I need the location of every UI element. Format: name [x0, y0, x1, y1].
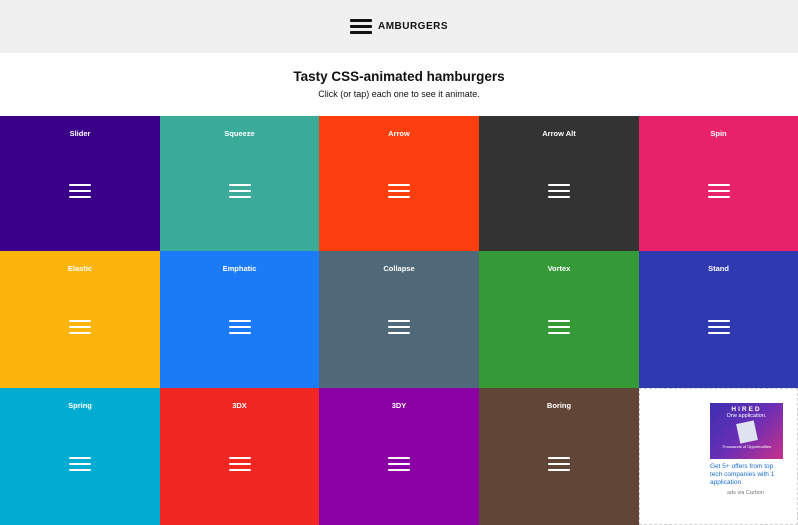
intro-section: Tasty CSS-animated hamburgers Click (or … — [0, 53, 798, 116]
hamburger-icon[interactable] — [548, 183, 570, 198]
tile-title: Arrow Alt — [542, 129, 576, 138]
tile-title: Slider — [69, 129, 91, 138]
tile-title: Arrow — [388, 129, 410, 138]
hamburger-tile-spring[interactable]: Spring — [0, 388, 160, 525]
page-title: Tasty CSS-animated hamburgers — [293, 69, 505, 84]
hamburger-tile-vortex[interactable]: Vortex — [479, 251, 639, 388]
hamburger-tile-boring[interactable]: Boring — [479, 388, 639, 525]
hamburger-logo-icon — [349, 19, 372, 34]
hamburger-tile-spin[interactable]: Spin — [639, 116, 798, 251]
tile-title: Emphatic — [222, 264, 257, 273]
site-logo[interactable]: AMBURGERS — [349, 19, 449, 34]
hamburger-tile-arrow[interactable]: Arrow — [319, 116, 479, 251]
hamburger-icon[interactable] — [388, 319, 410, 334]
hamburger-icon[interactable] — [388, 456, 410, 471]
tile-title: 3DX — [232, 401, 247, 410]
hamburger-icon[interactable] — [707, 183, 730, 198]
page-subtitle: Click (or tap) each one to see it animat… — [318, 89, 480, 99]
tile-title: Elastic — [67, 264, 93, 273]
hamburger-tile-stand[interactable]: Stand — [639, 251, 798, 388]
hamburger-icon[interactable] — [228, 319, 251, 334]
hamburger-icon[interactable] — [388, 183, 410, 198]
hamburger-icon[interactable] — [228, 456, 251, 471]
ad-subline: Thousands of Opportunities — [721, 444, 772, 449]
tile-title: Squeeze — [224, 129, 255, 138]
hamburger-tile-collapse[interactable]: Collapse — [319, 251, 479, 388]
tile-title: Spin — [710, 129, 727, 138]
ads-via-carbon[interactable]: ads via Carbon — [727, 490, 764, 496]
hamburger-icon[interactable] — [228, 183, 251, 198]
logo-text: AMBURGERS — [377, 21, 449, 32]
hamburger-tile-arrow-alt[interactable]: Arrow Alt — [479, 116, 639, 251]
ad-link[interactable]: Get 5+ offers from top tech companies wi… — [710, 463, 785, 487]
carbon-ad[interactable]: HIRED One application. Thousands of Oppo… — [639, 388, 798, 525]
hamburger-tile-slider[interactable]: Slider — [0, 116, 160, 251]
document-stack-icon — [735, 420, 758, 444]
hamburger-tile-3dy[interactable]: 3DY — [319, 388, 479, 525]
tile-title: 3DY — [391, 401, 407, 410]
ad-brand: HIRED — [731, 406, 762, 413]
hamburger-tile-squeeze[interactable]: Squeeze — [160, 116, 319, 251]
tile-title: Boring — [546, 401, 572, 410]
tile-title: Stand — [708, 264, 729, 273]
ad-image[interactable]: HIRED One application. Thousands of Oppo… — [710, 403, 783, 459]
hamburger-icon[interactable] — [69, 456, 91, 471]
hamburger-icon[interactable] — [69, 319, 91, 334]
tile-title: Spring — [68, 401, 92, 410]
hamburger-icon[interactable] — [69, 183, 91, 198]
hamburger-icon[interactable] — [548, 319, 570, 334]
hamburger-tile-elastic[interactable]: Elastic — [0, 251, 160, 388]
hamburger-tile-emphatic[interactable]: Emphatic — [160, 251, 319, 388]
tile-title: Collapse — [383, 264, 415, 273]
hamburger-tile-3dx[interactable]: 3DX — [160, 388, 319, 525]
top-bar: AMBURGERS — [0, 0, 798, 53]
hamburger-icon[interactable] — [548, 456, 570, 471]
ad-headline: One application. — [726, 413, 767, 419]
tile-title: Vortex — [547, 264, 571, 273]
hamburger-icon[interactable] — [707, 319, 730, 334]
hamburger-grid: Slider Squeeze Arrow Arrow Alt Spin Elastic Em… — [0, 116, 798, 525]
